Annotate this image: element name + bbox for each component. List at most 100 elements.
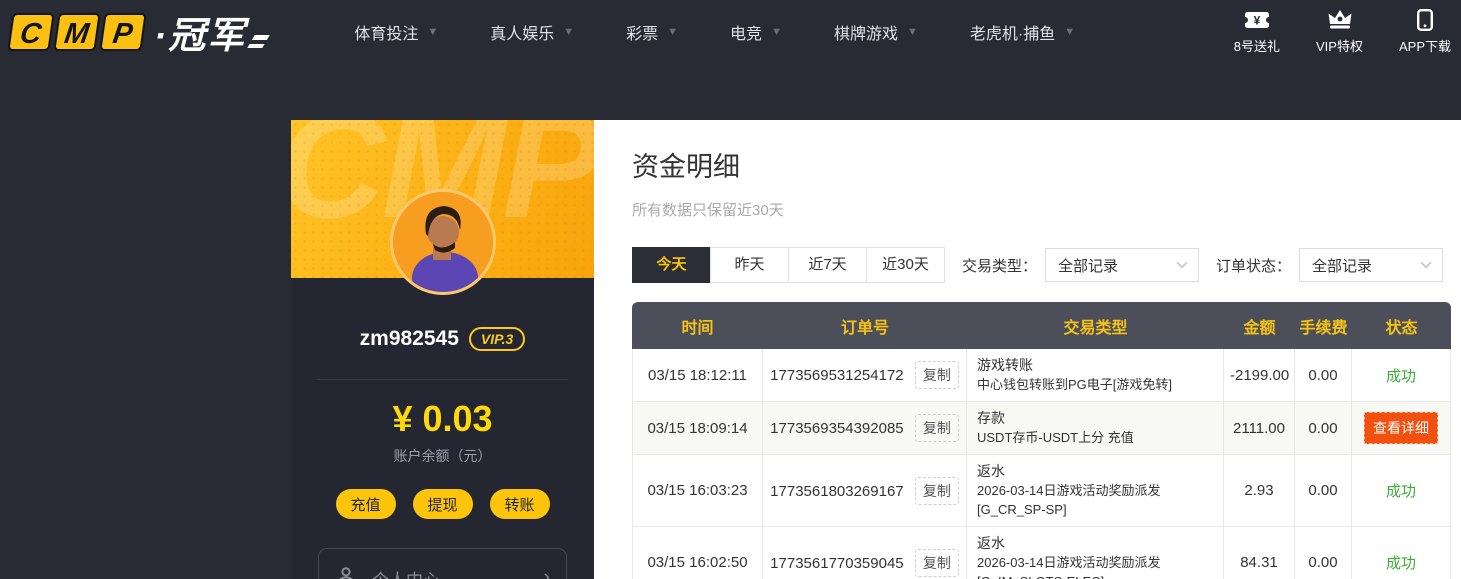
- tab-last-30-days[interactable]: 近30天: [866, 247, 945, 283]
- sidebar-item-personal-center[interactable]: 个人中心 ›: [318, 548, 567, 579]
- tab-last-7-days[interactable]: 近7天: [788, 247, 867, 283]
- date-range-tabs: 今天 昨天 近7天 近30天: [632, 247, 945, 283]
- table-header-row: 时间 订单号 交易类型 金额 手续费 状态: [632, 302, 1451, 349]
- table-row: 03/15 18:12:11 1773569531254172 复制 游戏转账 …: [632, 349, 1451, 402]
- selected-value: 全部记录: [1058, 255, 1118, 276]
- transaction-type-label: 交易类型：: [962, 255, 1037, 276]
- col-header-status: 状态: [1352, 302, 1451, 349]
- menu-item-sports[interactable]: 体育投注▼: [354, 20, 438, 44]
- table-row: 03/15 18:09:14 1773569354392085 复制 存款 US…: [632, 402, 1451, 455]
- logo-speed-dash-icon: [248, 35, 271, 48]
- cell-time: 03/15 16:02:50: [632, 527, 763, 579]
- cell-amount: 84.31: [1224, 527, 1295, 579]
- cell-status: 成功: [1352, 527, 1451, 579]
- copy-button[interactable]: 复制: [915, 361, 959, 389]
- copy-button[interactable]: 复制: [915, 414, 959, 442]
- vip-level-badge: VIP.3: [469, 327, 525, 351]
- type-name: 存款: [977, 409, 1213, 428]
- order-status-label: 订单状态：: [1216, 255, 1291, 276]
- chevron-down-icon: [1176, 257, 1187, 268]
- cell-type: 游戏转账 中心钱包转账到PG电子[游戏免转]: [967, 349, 1224, 402]
- status-success: 成功: [1386, 555, 1416, 572]
- logo-wordmark: ·冠军: [154, 5, 246, 59]
- cell-fee: 0.00: [1295, 527, 1352, 579]
- chevron-down-icon: ▼: [667, 26, 678, 38]
- order-number: 1773569354392085: [770, 420, 903, 437]
- filter-row: 今天 昨天 近7天 近30天 交易类型： 全部记录 订单状态： 全部记录: [632, 247, 1461, 283]
- vip-link[interactable]: VIP特权: [1316, 9, 1363, 55]
- order-status-select[interactable]: 全部记录: [1299, 248, 1443, 282]
- site-logo[interactable]: C M P ·冠军: [10, 5, 266, 59]
- chevron-down-icon: ▼: [563, 26, 574, 38]
- order-number: 1773561770359045: [770, 555, 903, 572]
- chevron-down-icon: [1420, 257, 1431, 268]
- avatar[interactable]: [390, 189, 496, 295]
- sidebar-item-label: 个人中心: [372, 566, 440, 579]
- cell-status: 查看详细: [1352, 402, 1451, 455]
- transfer-button[interactable]: 转账: [490, 489, 550, 519]
- cell-status: 成功: [1352, 349, 1451, 402]
- chevron-down-icon: ▼: [427, 26, 438, 38]
- col-header-amount: 金额: [1224, 302, 1295, 349]
- wallet-actions: 充值 提现 转账: [291, 489, 594, 519]
- table-row: 03/15 16:02:50 1773561770359045 复制 返水 20…: [632, 527, 1451, 579]
- cell-type: 返水 2026-03-14日游戏活动奖励派发[G_CR_SP-SP]: [967, 455, 1224, 527]
- cell-order: 1773569531254172 复制: [763, 349, 967, 402]
- cell-time: 03/15 18:09:14: [632, 402, 763, 455]
- username: zm982545: [360, 327, 459, 351]
- app-download-link[interactable]: APP下载: [1399, 9, 1451, 55]
- transactions-table: 时间 订单号 交易类型 金额 手续费 状态 03/15 18:12:11 177…: [632, 302, 1451, 579]
- cell-fee: 0.00: [1295, 349, 1352, 402]
- user-icon: [335, 565, 357, 579]
- table-row: 03/15 16:03:23 1773561803269167 复制 返水 20…: [632, 455, 1451, 527]
- phone-icon: [1417, 9, 1433, 31]
- type-name: 返水: [977, 462, 1213, 481]
- main-content: 资金明细 所有数据只保留近30天 今天 昨天 近7天 近30天 交易类型： 全部…: [594, 120, 1461, 579]
- sidebar-divider: [317, 379, 568, 380]
- type-description: 2026-03-14日游戏活动奖励派发 [G_IM_SLOTS-ELEC]: [977, 553, 1213, 579]
- transaction-type-select[interactable]: 全部记录: [1045, 248, 1199, 282]
- menu-item-live-casino[interactable]: 真人娱乐▼: [490, 20, 574, 44]
- menu-item-slots-fishing[interactable]: 老虎机·捕鱼▼: [970, 20, 1075, 44]
- view-detail-button[interactable]: 查看详细: [1364, 412, 1438, 444]
- chevron-down-icon: ▼: [907, 26, 918, 38]
- cell-order: 1773569354392085 复制: [763, 402, 967, 455]
- status-success: 成功: [1386, 483, 1416, 500]
- user-row: zm982545 VIP.3: [291, 327, 594, 351]
- type-description: USDT存币-USDT上分 充值: [977, 428, 1213, 447]
- copy-button[interactable]: 复制: [915, 477, 959, 505]
- withdraw-button[interactable]: 提现: [413, 489, 473, 519]
- account-sidebar: CMP zm982545 VIP.3 ¥ 0.03 账户余额（元） 充值 提现 …: [291, 120, 594, 579]
- order-number: 1773569531254172: [770, 367, 903, 384]
- gift-link[interactable]: ¥ 8号送礼: [1234, 9, 1280, 55]
- cell-order: 1773561803269167 复制: [763, 455, 967, 527]
- tab-yesterday[interactable]: 昨天: [710, 247, 789, 283]
- transactions-table-wrap: 时间 订单号 交易类型 金额 手续费 状态 03/15 18:12:11 177…: [632, 302, 1451, 579]
- svg-text:¥: ¥: [1254, 14, 1261, 28]
- deposit-button[interactable]: 充值: [336, 489, 396, 519]
- col-header-time: 时间: [632, 302, 763, 349]
- type-description: 中心钱包转账到PG电子[游戏免转]: [977, 375, 1213, 394]
- cell-fee: 0.00: [1295, 455, 1352, 527]
- cell-type: 存款 USDT存币-USDT上分 充值: [967, 402, 1224, 455]
- type-name: 返水: [977, 534, 1213, 553]
- col-header-order: 订单号: [763, 302, 967, 349]
- cell-time: 03/15 16:03:23: [632, 455, 763, 527]
- menu-item-lottery[interactable]: 彩票▼: [626, 20, 678, 44]
- chevron-right-icon: ›: [544, 567, 550, 579]
- col-header-fee: 手续费: [1295, 302, 1352, 349]
- crown-icon: [1327, 9, 1353, 31]
- copy-button[interactable]: 复制: [915, 549, 959, 577]
- cell-status: 成功: [1352, 455, 1451, 527]
- cell-type: 返水 2026-03-14日游戏活动奖励派发 [G_IM_SLOTS-ELEC]: [967, 527, 1224, 579]
- quick-links: ¥ 8号送礼 VIP特权 APP下载: [1234, 9, 1451, 55]
- balance-label: 账户余额（元）: [291, 446, 594, 466]
- top-navigation: C M P ·冠军 体育投注▼ 真人娱乐▼ 彩票▼ 电竞▼ 棋牌游戏▼ 老虎机·…: [0, 0, 1461, 64]
- tab-today[interactable]: 今天: [632, 247, 711, 283]
- menu-item-esports[interactable]: 电竞▼: [730, 20, 782, 44]
- cell-order: 1773561770359045 复制: [763, 527, 967, 579]
- logo-letter-tile: M: [53, 13, 100, 51]
- order-number: 1773561803269167: [770, 483, 903, 500]
- menu-item-board-games[interactable]: 棋牌游戏▼: [834, 20, 918, 44]
- logo-letter-tile: C: [7, 13, 54, 51]
